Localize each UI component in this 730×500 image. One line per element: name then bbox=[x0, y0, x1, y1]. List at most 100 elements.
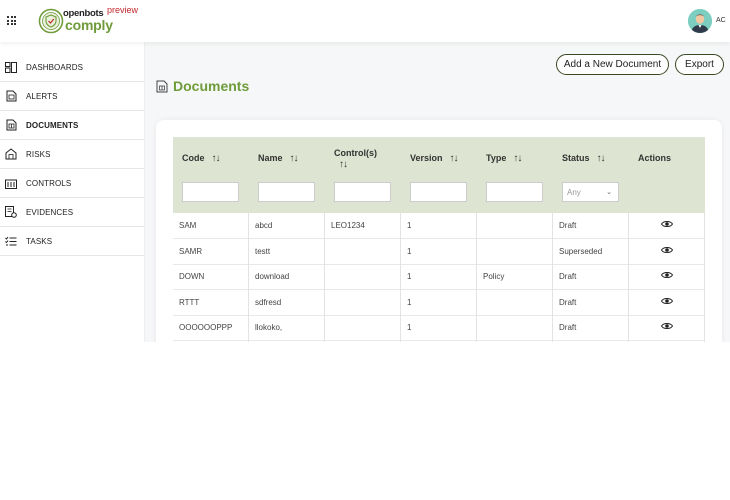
sidebar-item-risks[interactable]: RISKS bbox=[0, 140, 144, 169]
sidebar-item-label: ALERTS bbox=[26, 91, 58, 101]
sort-icon[interactable]: ↑↓ bbox=[212, 153, 221, 164]
tasks-icon bbox=[5, 235, 17, 247]
brand-logo-icon[interactable] bbox=[38, 8, 64, 34]
cell-code: SAM bbox=[179, 221, 197, 230]
dashboard-icon bbox=[5, 61, 17, 73]
cell-name: download bbox=[255, 272, 290, 281]
user-avatar-icon bbox=[688, 9, 712, 33]
sort-icon[interactable]: ↑↓ bbox=[339, 159, 377, 171]
table-row[interactable]: DOWN download 1 Policy Draft bbox=[173, 264, 705, 290]
documents-title-icon bbox=[156, 80, 168, 92]
column-label: Status bbox=[562, 153, 590, 163]
column-header-code: Code ↑↓ bbox=[182, 153, 221, 164]
view-eye-icon[interactable] bbox=[661, 220, 673, 228]
view-eye-icon[interactable] bbox=[661, 271, 673, 279]
column-label: Code bbox=[182, 153, 205, 163]
blank-area bbox=[0, 342, 730, 500]
controls-filter-input[interactable] bbox=[334, 182, 391, 202]
column-header-version: Version ↑↓ bbox=[410, 153, 459, 164]
cell-status: Draft bbox=[559, 272, 577, 281]
sidebar-item-controls[interactable]: CONTROLS bbox=[0, 169, 144, 198]
sort-icon[interactable]: ↑↓ bbox=[513, 153, 522, 164]
type-filter-input[interactable] bbox=[486, 182, 543, 202]
cell-name: sdfresd bbox=[255, 297, 282, 307]
cell-name: llokoko, bbox=[255, 323, 283, 332]
code-filter-input[interactable] bbox=[182, 182, 239, 202]
column-divider bbox=[552, 213, 553, 342]
column-header-type: Type ↑↓ bbox=[486, 153, 522, 164]
cell-status: Superseded bbox=[559, 246, 603, 256]
cell-version: 1 bbox=[407, 323, 412, 332]
view-eye-icon[interactable] bbox=[661, 297, 673, 305]
sidebar-item-label: RISKS bbox=[26, 149, 51, 159]
cell-type: Policy bbox=[483, 272, 505, 281]
cell-code: SAMR bbox=[179, 246, 203, 256]
sidebar: DASHBOARDS ALERTS DOCUMENTS RISKS CONTRO… bbox=[0, 42, 145, 342]
view-eye-icon[interactable] bbox=[661, 322, 673, 330]
sidebar-item-dashboards[interactable]: DASHBOARDS bbox=[0, 53, 144, 82]
chevron-down-icon: ⌄ bbox=[606, 189, 612, 196]
status-filter-select[interactable]: Any ⌄ bbox=[562, 182, 619, 202]
column-divider bbox=[628, 213, 629, 342]
page-header: Documents bbox=[156, 78, 249, 94]
cell-code: RTTT bbox=[179, 297, 200, 307]
name-filter-input[interactable] bbox=[258, 182, 315, 202]
page-title: Documents bbox=[173, 78, 250, 94]
table-row[interactable]: RTTT sdfresd 1 Draft bbox=[173, 290, 705, 316]
cell-name: abcd bbox=[255, 221, 273, 230]
sidebar-item-label: DASHBOARDS bbox=[26, 62, 84, 72]
main-content: Add a New Document Export Documents Code… bbox=[145, 42, 730, 342]
column-divider bbox=[400, 213, 401, 342]
sidebar-item-label: TASKS bbox=[26, 236, 53, 246]
sidebar-item-tasks[interactable]: TASKS bbox=[0, 227, 144, 256]
column-label: Actions bbox=[638, 153, 672, 163]
add-new-document-button[interactable]: Add a New Document bbox=[556, 54, 669, 75]
cell-version: 1 bbox=[407, 272, 412, 281]
cell-code: OOOOOOPPP bbox=[179, 323, 233, 332]
column-label: Version bbox=[410, 153, 443, 163]
brand-name-bottom: comply bbox=[65, 17, 113, 33]
alert-icon bbox=[5, 90, 17, 102]
sidebar-item-label: DOCUMENTS bbox=[26, 120, 79, 130]
sidebar-item-alerts[interactable]: ALERTS bbox=[0, 82, 144, 111]
column-header-status: Status ↑↓ bbox=[562, 153, 606, 164]
preview-badge: preview bbox=[107, 5, 139, 15]
user-initials[interactable]: AC bbox=[716, 17, 726, 24]
evidences-icon bbox=[5, 206, 17, 218]
column-header-name: Name ↑↓ bbox=[258, 153, 299, 164]
sidebar-item-documents[interactable]: DOCUMENTS bbox=[0, 111, 144, 140]
apps-grid-icon[interactable] bbox=[7, 16, 16, 25]
view-eye-icon[interactable] bbox=[661, 246, 673, 254]
sort-icon[interactable]: ↑↓ bbox=[450, 153, 459, 164]
cell-version: 1 bbox=[407, 221, 412, 230]
sidebar-item-label: EVIDENCES bbox=[26, 207, 74, 217]
column-divider bbox=[704, 213, 705, 342]
cell-status: Draft bbox=[559, 221, 577, 230]
table-row[interactable]: OOOOOOPPP llokoko, 1 Draft bbox=[173, 315, 705, 341]
cell-version: 1 bbox=[407, 246, 412, 256]
cell-code: DOWN bbox=[179, 272, 205, 281]
version-filter-input[interactable] bbox=[410, 182, 467, 202]
column-header-controls: Control(s) ↑↓ bbox=[334, 147, 377, 171]
sidebar-item-evidences[interactable]: EVIDENCES bbox=[0, 198, 144, 227]
table-row[interactable]: SAMR testt 1 Superseded bbox=[173, 239, 705, 265]
column-divider bbox=[476, 213, 477, 342]
column-label: Control(s) bbox=[334, 148, 377, 158]
cell-status: Draft bbox=[559, 323, 577, 332]
sort-icon[interactable]: ↑↓ bbox=[290, 153, 299, 164]
sidebar-item-label: CONTROLS bbox=[26, 178, 72, 188]
column-divider bbox=[324, 213, 325, 342]
controls-icon bbox=[5, 177, 17, 189]
cell-status: Draft bbox=[559, 297, 577, 307]
column-label: Type bbox=[486, 153, 507, 163]
export-button[interactable]: Export bbox=[675, 54, 724, 75]
user-avatar[interactable] bbox=[688, 9, 712, 33]
sort-icon[interactable]: ↑↓ bbox=[597, 153, 606, 164]
status-filter-value: Any bbox=[567, 187, 581, 197]
top-bar: openbots comply preview AC bbox=[0, 0, 730, 42]
column-header-actions: Actions bbox=[638, 153, 671, 163]
documents-card: Code ↑↓ Name ↑↓ Control(s) ↑↓ Version ↑↓ Ty… bbox=[156, 120, 722, 342]
documents-icon bbox=[5, 119, 17, 131]
cell-version: 1 bbox=[407, 297, 412, 307]
table-row[interactable]: SAM abcd LEO1234 1 Draft bbox=[173, 213, 705, 239]
